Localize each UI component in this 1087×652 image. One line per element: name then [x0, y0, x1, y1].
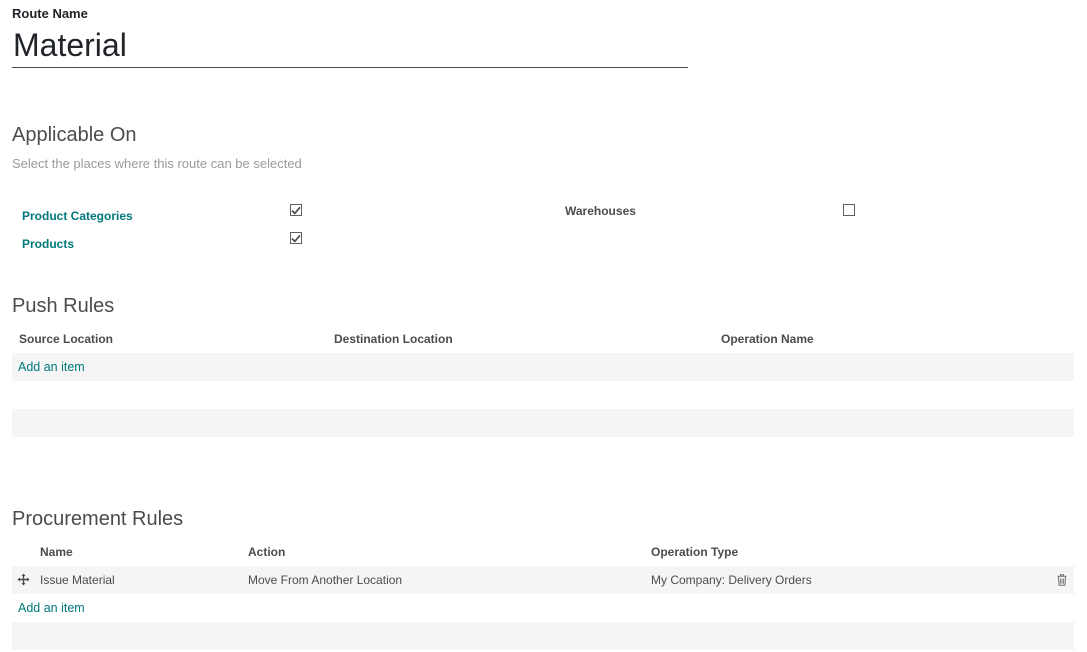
rule-operation-type-cell: My Company: Delivery Orders: [651, 573, 812, 587]
column-header-action[interactable]: Action: [248, 545, 285, 559]
product-categories-checkbox[interactable]: [290, 204, 302, 216]
route-name-label: Route Name: [12, 6, 88, 21]
route-name-input[interactable]: [12, 24, 688, 68]
rule-name-cell: Issue Material: [40, 573, 115, 587]
applicable-on-title: Applicable On: [12, 124, 137, 146]
column-header-operation-type[interactable]: Operation Type: [651, 545, 738, 559]
column-header-source-location[interactable]: Source Location: [19, 332, 113, 346]
table-row[interactable]: Issue Material Move From Another Locatio…: [12, 566, 1074, 594]
checkmark-icon: [291, 206, 301, 215]
rule-action-cell: Move From Another Location: [248, 573, 403, 587]
trash-icon[interactable]: [1057, 574, 1067, 586]
push-rules-title: Push Rules: [12, 295, 115, 317]
applicable-on-help: Select the places where this route can b…: [12, 156, 302, 171]
procurement-rules-title: Procurement Rules: [12, 508, 184, 530]
warehouses-label: Warehouses: [565, 204, 636, 218]
drag-handle-icon[interactable]: [17, 573, 30, 586]
procurement-rules-add-row: Add an item: [12, 594, 1074, 622]
products-checkbox[interactable]: [290, 232, 302, 244]
column-header-operation-name[interactable]: Operation Name: [721, 332, 814, 346]
push-rules-header: Source Location Destination Location Ope…: [12, 328, 1074, 354]
push-rules-empty-row: [12, 381, 1074, 409]
push-rules-add-item-link[interactable]: Add an item: [18, 360, 85, 374]
warehouses-checkbox[interactable]: [843, 204, 855, 216]
product-categories-label[interactable]: Product Categories: [22, 209, 133, 223]
procurement-rules-empty-row: [12, 622, 1074, 650]
column-header-name[interactable]: Name: [40, 545, 73, 559]
procurement-rules-add-item-link[interactable]: Add an item: [18, 601, 85, 615]
push-rules-empty-row: [12, 409, 1074, 437]
products-label[interactable]: Products: [22, 237, 74, 251]
procurement-rules-header: Name Action Operation Type: [12, 541, 1074, 567]
checkmark-icon: [291, 234, 301, 243]
column-header-destination-location[interactable]: Destination Location: [334, 332, 453, 346]
push-rules-add-row: Add an item: [12, 353, 1074, 381]
